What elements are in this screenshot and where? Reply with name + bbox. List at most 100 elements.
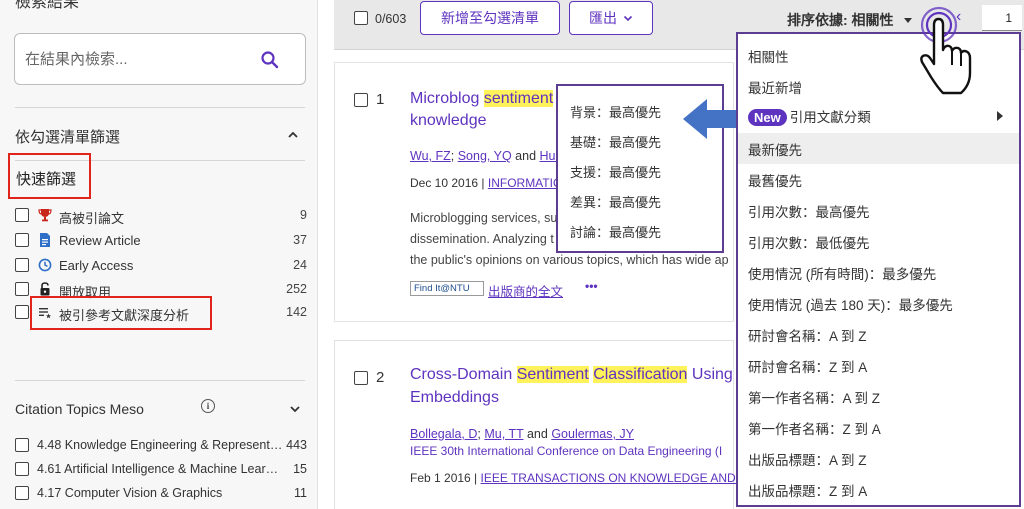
topic-count: 443 [286,438,307,452]
submenu-item[interactable]: 差異：最高優先 [570,192,661,211]
clock-icon [38,258,52,272]
topic-count: 11 [294,486,307,500]
result-publication-info: Feb 1 2016 | IEEE TRANSACTIONS ON KNOWLE… [410,471,756,485]
export-button[interactable]: 匯出 [569,1,653,35]
quick-filters-title: 快速篩選 [16,171,77,188]
filter-label: 被引參考文獻深度分析 [59,308,190,323]
result-title-link[interactable]: Microblog sentiment [410,87,554,110]
filter-label: 高被引論文 [59,211,125,226]
pointing-hand-icon [920,6,972,95]
checkbox[interactable] [15,438,29,452]
title-highlight: sentiment [483,90,554,107]
sort-option[interactable]: 最新優先 [738,133,1019,164]
checkbox[interactable] [15,305,29,319]
publication-date: Feb 1 2016 [410,471,471,485]
sort-option[interactable]: 使用情況 (過去 180 天)：最多優先 [738,288,1019,319]
citation-topics-title: Citation Topics Meso [15,401,144,417]
checkbox[interactable] [15,486,29,500]
sort-option[interactable]: 研討會名稱：Z 到 A [738,350,1019,381]
submenu-item[interactable]: 支援：最高優先 [570,162,661,181]
button-label: 匯出 [589,10,617,26]
result-number: 1 [376,91,385,108]
search-input[interactable] [25,48,245,70]
sidebar: 檢索結果 依勾選清單篩選 快速篩選 高被引論文 9 [0,0,318,509]
publication-date: Dec 10 2016 [410,176,479,190]
selected-count: 0/603 [375,12,407,26]
title-text: Cross-Domain [410,366,517,383]
submenu-item[interactable]: 背景：最高優先 [570,102,661,121]
search-within-results[interactable] [14,33,306,85]
quick-filter-enriched-cited-refs[interactable]: 被引參考文獻深度分析 142 [15,301,307,323]
sort-option[interactable]: 引用次數：最低優先 [738,226,1019,257]
find-it-button[interactable]: Find It@NTU [410,281,484,296]
checkbox[interactable] [15,462,29,476]
topic-count: 15 [293,462,307,476]
quick-filter-early-access[interactable]: Early Access 24 [15,254,307,276]
full-text-link[interactable]: 出版商的全文 [488,281,563,300]
result-checkbox[interactable] [354,93,368,107]
title-text: Microblog [410,90,484,107]
citation-topic-item[interactable]: 4.48 Knowledge Engineering & Representat… [15,434,307,456]
divider [15,380,305,381]
page-number-input[interactable]: 1 [982,5,1022,31]
button-label: 新增至勾選清單 [441,10,539,26]
results-title: 檢索結果 [15,0,80,11]
add-to-marked-list-button[interactable]: 新增至勾選清單 [420,1,560,35]
filter-section-title: 依勾選清單篩選 [15,129,121,146]
checkbox[interactable] [15,282,29,296]
filter-count: 252 [286,282,307,296]
divider [15,107,305,108]
sort-option[interactable]: 最舊優先 [738,164,1019,195]
checkbox[interactable] [15,208,29,222]
sort-dropdown[interactable]: 排序依據: 相關性 [787,10,913,30]
title-highlight: Classification [593,366,688,383]
conference-link[interactable]: IEEE 30th International Conference on Da… [410,444,722,458]
author-link[interactable]: Wu, FZ [410,149,451,163]
quick-filter-highly-cited[interactable]: 高被引論文 9 [15,204,307,226]
document-icon [40,233,50,247]
sort-option[interactable]: 第一作者名稱：Z 到 A [738,412,1019,443]
sort-option[interactable]: 引用次數：最高優先 [738,195,1019,226]
checkbox[interactable] [15,233,29,247]
author-link[interactable]: Song, YQ [458,149,512,163]
journal-link[interactable]: INFORMATIO [488,176,562,190]
result-checkbox[interactable] [354,371,368,385]
chevron-down-icon[interactable] [289,403,301,415]
author-link[interactable]: Goulermas, JY [551,427,634,441]
annotation-arrow-icon [683,99,738,139]
citation-topic-item[interactable]: 4.61 Artificial Intelligence & Machine L… [15,458,307,480]
filter-count: 24 [293,258,307,272]
more-options-icon[interactable]: ••• [585,279,598,293]
quick-filter-review-article[interactable]: Review Article 37 [15,229,307,251]
select-all-checkbox[interactable] [354,11,368,25]
topic-label: 4.17 Computer Vision & Graphics [37,486,223,500]
info-icon[interactable]: i [201,399,215,413]
title-text: Using [687,366,733,383]
sort-option[interactable]: 使用情況 (所有時間)：最多優先 [738,257,1019,288]
search-icon[interactable] [260,50,280,70]
result-title-link[interactable]: knowledge [410,109,487,132]
topic-label: 4.61 Artificial Intelligence & Machine L… [37,462,284,476]
sort-option[interactable]: 第一作者名稱：A 到 Z [738,381,1019,412]
author-link[interactable]: Bollegala, D [410,427,477,441]
chevron-up-icon[interactable] [287,129,299,141]
author-link[interactable]: Mu, TT [484,427,523,441]
authors-and: and [526,427,548,441]
citation-topic-item[interactable]: 4.17 Computer Vision & Graphics 11 [15,482,307,504]
submenu-item[interactable]: 基礎：最高優先 [570,132,661,151]
sort-option[interactable]: 出版品標題：A 到 Z [738,443,1019,474]
sort-option[interactable]: 研討會名稱：A 到 Z [738,319,1019,350]
result-title-link[interactable]: Embeddings [410,386,499,409]
trophy-icon [38,209,52,222]
journal-link[interactable]: IEEE TRANSACTIONS ON KNOWLEDGE AND DA [481,471,756,485]
sort-label: 排序依據: 相關性 [787,12,894,28]
sort-option-citation-classification[interactable]: New 引用文獻分類 [738,102,1019,133]
submenu-item[interactable]: 討論：最高優先 [570,222,661,241]
checkbox[interactable] [15,258,29,272]
title-highlight: Sentiment [516,366,589,383]
result-card: 2 Cross-Domain Sentiment Classification … [334,340,756,509]
abstract-line: the public's opinions on various topics,… [410,253,729,267]
filter-count: 37 [293,233,307,247]
result-title-link[interactable]: Cross-Domain Sentiment Classification Us… [410,363,733,386]
sort-option[interactable]: 出版品標題：Z 到 A [738,474,1019,505]
